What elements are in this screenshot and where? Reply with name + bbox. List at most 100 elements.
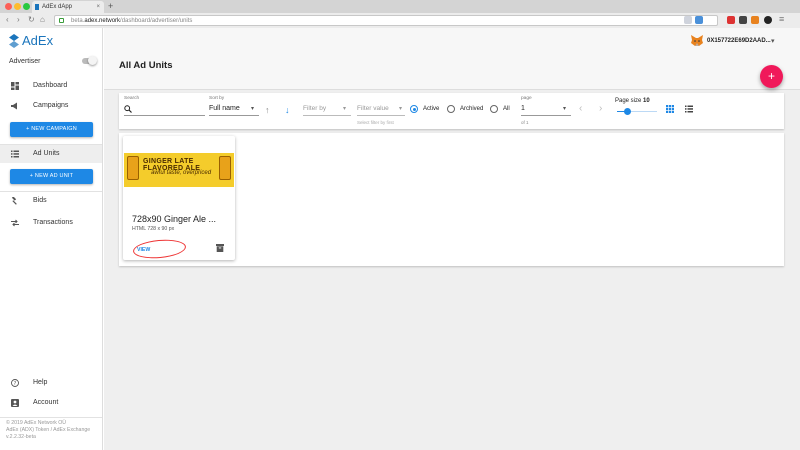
extension-icon[interactable]	[695, 16, 703, 24]
page-size-slider[interactable]	[617, 108, 657, 115]
add-ad-unit-fab[interactable]: +	[760, 65, 783, 88]
archive-icon[interactable]	[216, 244, 224, 252]
sidebar-item-dashboard[interactable]: Dashboard	[0, 77, 102, 95]
sidebar-item-account[interactable]: Account	[0, 394, 102, 412]
search-input[interactable]	[124, 115, 205, 116]
role-label: Advertiser	[9, 58, 41, 65]
page-size-value: 10	[643, 98, 650, 104]
list-icon	[11, 150, 19, 158]
main-content: 0X157722E69D2AAD... ▾ All Ad Units + Sea…	[104, 28, 800, 450]
status-label-all: All	[503, 106, 510, 112]
banner-tagline: awful taste, overpriced	[151, 170, 212, 176]
chevron-down-icon[interactable]: ▾	[563, 105, 566, 112]
close-tab-icon[interactable]: ×	[96, 1, 100, 13]
adex-logo-icon	[9, 33, 19, 48]
chevron-down-icon[interactable]: ▾	[399, 105, 402, 112]
ad-units-grid: GINGER LATE FLAVORED ALE awful taste, ov…	[119, 133, 784, 266]
toggle-knob	[88, 56, 97, 65]
url-prefix: beta.	[71, 18, 85, 24]
page-title: All Ad Units	[119, 60, 173, 71]
menu-icon[interactable]: ≡	[779, 14, 784, 24]
filter-by-underline	[303, 115, 351, 116]
sidebar: AdEx Advertiser Dashboard Campaigns + NE…	[0, 28, 103, 450]
back-icon[interactable]: ‹	[6, 15, 9, 24]
sidebar-divider	[0, 417, 102, 418]
search-label: Search	[124, 96, 140, 101]
sidebar-item-help[interactable]: ? Help	[0, 374, 102, 392]
status-radio-all[interactable]	[490, 105, 498, 113]
status-radio-active[interactable]	[410, 105, 418, 113]
sidebar-item-label: Bids	[33, 197, 47, 204]
sidebar-footer: © 2019 AdEx Network OÜ AdEx (ADX) Token …	[6, 420, 90, 441]
new-campaign-button[interactable]: + NEW CAMPAIGN	[10, 122, 93, 137]
sort-descending-icon[interactable]: ↓	[285, 105, 290, 115]
sidebar-item-ad-units[interactable]: Ad Units	[0, 145, 102, 163]
search-icon	[124, 105, 132, 113]
next-page-icon[interactable]: ›	[599, 103, 602, 114]
sidebar-item-bids[interactable]: Bids	[0, 192, 102, 210]
beer-mug-icon	[127, 156, 139, 180]
extension-icon[interactable]	[764, 16, 772, 24]
list-view-icon[interactable]	[685, 105, 693, 113]
filter-value-select[interactable]: Filter value	[357, 105, 389, 112]
dashboard-icon	[11, 82, 19, 90]
new-tab-button[interactable]: +	[108, 0, 113, 12]
page-size-label: Page size 10	[615, 98, 650, 104]
ad-unit-subtitle: HTML 728 x 90 px	[132, 226, 175, 232]
ad-unit-preview-image: GINGER LATE FLAVORED ALE awful taste, ov…	[124, 153, 234, 187]
previous-page-icon[interactable]: ‹	[579, 103, 582, 114]
status-radio-archived[interactable]	[447, 105, 455, 113]
sort-underline	[209, 115, 259, 116]
new-ad-unit-button[interactable]: + NEW AD UNIT	[10, 169, 93, 184]
page-size-slider-handle[interactable]	[623, 108, 631, 115]
page-header: 0X157722E69D2AAD... ▾ All Ad Units	[104, 28, 800, 90]
token-links[interactable]: AdEx (ADX) Token / AdEx Exchange	[6, 427, 90, 434]
role-toggle[interactable]	[82, 56, 97, 65]
extension-icon[interactable]	[727, 16, 735, 24]
page-label: page	[521, 96, 532, 101]
extension-icon[interactable]	[684, 16, 692, 24]
filter-value-underline	[357, 115, 405, 116]
sidebar-item-label: Ad Units	[33, 150, 60, 157]
sort-select[interactable]: Full name	[209, 105, 240, 112]
view-button[interactable]: VIEW	[137, 247, 150, 253]
lock-icon	[59, 18, 64, 23]
account-box-icon	[11, 399, 19, 407]
metamask-extension-icon[interactable]	[751, 16, 759, 24]
sort-ascending-icon[interactable]: ↑	[265, 105, 270, 115]
sidebar-item-label: Account	[33, 399, 59, 406]
filter-by-select[interactable]: Filter by	[303, 105, 326, 112]
minimize-window-button[interactable]	[14, 3, 21, 10]
forward-icon[interactable]: ›	[17, 15, 20, 24]
sidebar-item-label: Transactions	[33, 219, 73, 226]
chevron-down-icon[interactable]: ▾	[251, 105, 254, 112]
url-path: /dashboard/advertiser/units	[120, 18, 193, 24]
megaphone-icon	[11, 102, 17, 110]
maximize-window-button[interactable]	[23, 3, 30, 10]
chevron-down-icon[interactable]: ▾	[771, 37, 775, 45]
browser-chrome: AdEx dApp × + ‹ › ↻ ⌂ beta.adex.network/…	[0, 0, 800, 28]
ad-unit-title: 728x90 Ginger Ale ...	[132, 214, 217, 224]
page-size-text: Page size	[615, 98, 642, 104]
sidebar-item-campaigns[interactable]: Campaigns	[0, 97, 102, 115]
extension-icon[interactable]	[739, 16, 747, 24]
reload-icon[interactable]: ↻	[28, 15, 35, 24]
close-window-button[interactable]	[5, 3, 12, 10]
version-text: v.2.2.32-beta	[6, 434, 36, 440]
home-icon[interactable]: ⌂	[40, 15, 45, 24]
app-logo[interactable]: AdEx	[9, 33, 53, 48]
sort-label: Sort by	[209, 96, 225, 101]
page-select[interactable]: 1	[521, 105, 525, 112]
sidebar-item-label: Dashboard	[33, 82, 68, 89]
grid-view-icon[interactable]	[666, 105, 674, 113]
address-bar[interactable]: beta.adex.network/dashboard/advertiser/u…	[54, 15, 718, 26]
browser-toolbar: ‹ › ↻ ⌂ beta.adex.network/dashboard/adve…	[0, 13, 800, 28]
tab-favicon-icon	[35, 4, 39, 10]
account-selector[interactable]: 0X157722E69D2AAD...	[690, 35, 771, 47]
gavel-icon	[11, 197, 17, 205]
browser-tab[interactable]: AdEx dApp ×	[32, 1, 104, 13]
sidebar-item-transactions[interactable]: Transactions	[0, 214, 102, 232]
help-icon: ?	[11, 379, 19, 387]
ad-unit-card[interactable]: GINGER LATE FLAVORED ALE awful taste, ov…	[123, 136, 235, 261]
chevron-down-icon[interactable]: ▾	[343, 105, 346, 112]
